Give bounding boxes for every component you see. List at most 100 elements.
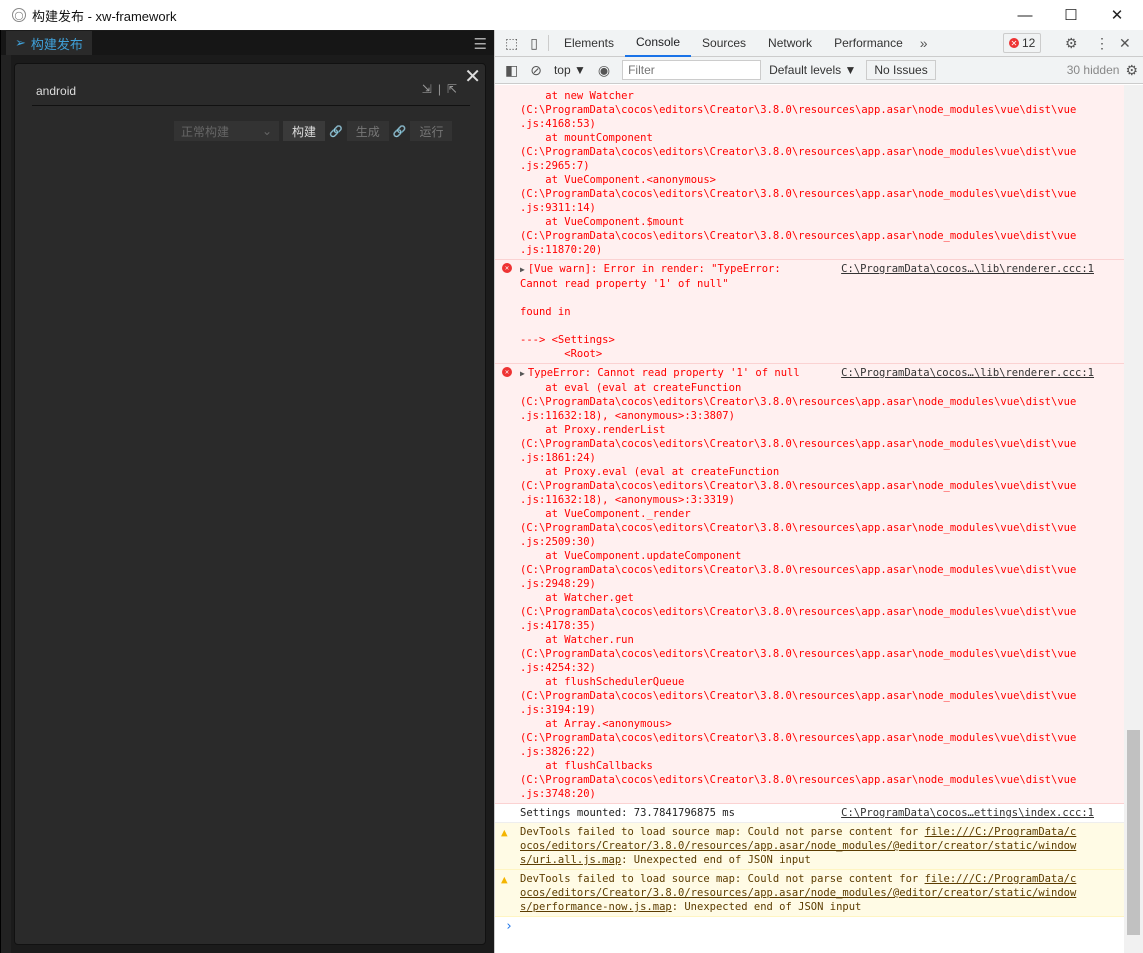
frame-function: flushSchedulerQueue	[564, 676, 685, 688]
warning-icon: ▲	[501, 826, 508, 839]
error-message: [Vue warn]: Error in render: "TypeError:…	[520, 263, 781, 360]
frame-location: .js:3826:22)	[520, 746, 596, 758]
console-error[interactable]: ✕ C:\ProgramData\cocos…\lib\renderer.ccc…	[495, 364, 1124, 804]
export-icon[interactable]: ⇱	[447, 82, 457, 96]
warning-text: DevTools failed to load source map: Coul…	[520, 873, 925, 885]
frame-location: .js:4178:35)	[520, 620, 596, 632]
frame-location: .js:9311:14)	[520, 202, 596, 214]
frame-function: VueComponent.<anonymous>	[564, 174, 716, 186]
frame-path: (C:\ProgramData\cocos\editors\Creator\3.…	[520, 690, 1077, 702]
console-error[interactable]: ✕ C:\ProgramData\cocos…\lib\renderer.ccc…	[495, 260, 1124, 364]
link-icon: 🔗	[392, 125, 407, 138]
source-link[interactable]: C:\ProgramData\cocos…\lib\renderer.ccc:1	[841, 262, 1094, 276]
stack-frame: at Watcher.get (C:\ProgramData\cocos\edi…	[520, 592, 1077, 632]
warning-icon: ▲	[501, 873, 508, 886]
levels-select[interactable]: Default levels ▼	[769, 63, 856, 77]
source-link[interactable]: C:\ProgramData\cocos…ettings\index.ccc:1	[841, 806, 1094, 820]
frame-function: Proxy.eval (eval at createFunction	[564, 466, 780, 478]
panel-tab-bar: ➢ 构建发布 ☰	[1, 31, 495, 55]
warning-text: : Unexpected end of JSON input	[621, 854, 811, 866]
frame-path: (C:\ProgramData\cocos\editors\Creator\3.…	[520, 522, 1077, 534]
frame-function: VueComponent.$mount	[564, 216, 685, 228]
frame-location: .js:2965:7)	[520, 160, 590, 172]
console-log-entry: C:\ProgramData\cocos…ettings\index.ccc:1…	[495, 804, 1124, 823]
frame-location: .js:1861:24)	[520, 452, 596, 464]
frame-function: VueComponent._render	[564, 508, 691, 520]
device-toolbar-icon[interactable]: ▯	[524, 35, 544, 52]
stack-frame: at new Watcher (C:\ProgramData\cocos\edi…	[520, 90, 1077, 130]
divider	[547, 35, 549, 51]
build-mode-select[interactable]: 正常构建 ⌄	[174, 121, 279, 141]
frame-function: eval (eval at createFunction	[564, 382, 742, 394]
stack-frame: at flushSchedulerQueue (C:\ProgramData\c…	[520, 676, 1077, 716]
tab-console[interactable]: Console	[624, 30, 692, 57]
error-icon: ✕	[1009, 38, 1019, 48]
frame-path: (C:\ProgramData\cocos\editors\Creator\3.…	[520, 732, 1077, 744]
chevron-down-icon: ⌄	[261, 124, 272, 138]
stack-frame: at Proxy.renderList (C:\ProgramData\coco…	[520, 424, 1077, 464]
hidden-count: 30 hidden	[1066, 63, 1120, 77]
frame-location: .js:4254:32)	[520, 662, 596, 674]
frame-location: .js:2509:30)	[520, 536, 596, 548]
build-button[interactable]: 构建	[283, 121, 326, 141]
platform-title: android	[36, 84, 77, 98]
tab-performance[interactable]: Performance	[823, 30, 914, 57]
close-window-button[interactable]: ✕	[1094, 0, 1140, 30]
tab-network[interactable]: Network	[757, 30, 823, 57]
frame-path: (C:\ProgramData\cocos\editors\Creator\3.…	[520, 564, 1077, 576]
build-panel-window: ➢ 构建发布 ☰ ✕ android ⇲ | ⇱ 正常构建 ⌄ 构建 🔗 生成 🔗 …	[0, 30, 495, 953]
run-button[interactable]: 运行	[410, 121, 453, 141]
frame-function: Watcher.run	[564, 634, 634, 646]
inspect-element-icon[interactable]: ⬚	[499, 35, 524, 52]
stack-frame: at Array.<anonymous> (C:\ProgramData\coc…	[520, 718, 1077, 758]
error-icon: ✕	[502, 263, 512, 273]
import-icon[interactable]: ⇲	[422, 82, 432, 96]
error-count-badge[interactable]: ✕ 12	[1003, 33, 1042, 53]
stack-frame: at mountComponent (C:\ProgramData\cocos\…	[520, 132, 1077, 172]
error-message: TypeError: Cannot read property '1' of n…	[527, 367, 800, 379]
minimize-button[interactable]: —	[1002, 0, 1048, 30]
error-count: 12	[1022, 36, 1036, 50]
send-icon: ➢	[15, 35, 26, 50]
close-icon[interactable]: ✕	[464, 64, 481, 89]
scrollbar[interactable]	[1124, 85, 1143, 953]
console-warning: ▲ DevTools failed to load source map: Co…	[495, 870, 1124, 917]
tab-sources[interactable]: Sources	[691, 30, 757, 57]
close-devtools-icon[interactable]: ✕	[1113, 35, 1137, 52]
tab-build-publish[interactable]: ➢ 构建发布	[6, 31, 92, 55]
scrollbar-thumb[interactable]	[1127, 730, 1140, 935]
eye-icon[interactable]: ◉	[592, 62, 616, 79]
issues-button[interactable]: No Issues	[866, 60, 936, 80]
generate-button[interactable]: 生成	[346, 121, 389, 141]
frame-function: Proxy.renderList	[564, 424, 666, 436]
devtools: ⬚ ▯ Elements Console Sources Network Per…	[494, 30, 1143, 953]
tab-elements[interactable]: Elements	[553, 30, 625, 57]
maximize-button[interactable]: ☐	[1048, 0, 1094, 30]
gear-icon[interactable]: ⚙	[1059, 35, 1084, 52]
frame-function: Array.<anonymous>	[564, 718, 672, 730]
sidebar-toggle-icon[interactable]: ◧	[499, 62, 524, 79]
context-select[interactable]: top ▼	[548, 63, 592, 77]
console-toolbar: ◧ ⊘ top ▼ ◉ Default levels ▼ No Issues 3…	[495, 57, 1143, 84]
menu-icon[interactable]: ☰	[474, 35, 487, 53]
console-prompt[interactable]: ›	[495, 917, 1124, 937]
divider	[32, 105, 470, 106]
console-log: at new Watcher (C:\ProgramData\cocos\edi…	[495, 85, 1124, 953]
console-settings-icon[interactable]: ⚙	[1119, 62, 1143, 79]
frame-function: new Watcher	[564, 90, 634, 102]
source-link[interactable]: C:\ProgramData\cocos…\lib\renderer.ccc:1	[841, 366, 1094, 380]
console-warning: ▲ DevTools failed to load source map: Co…	[495, 823, 1124, 870]
more-tabs-icon[interactable]: »	[914, 35, 934, 51]
frame-location: .js:4168:53)	[520, 118, 596, 130]
frame-path: (C:\ProgramData\cocos\editors\Creator\3.…	[520, 648, 1077, 660]
expand-triangle-icon[interactable]: ▶	[520, 369, 525, 378]
separator: |	[437, 82, 441, 96]
frame-path: (C:\ProgramData\cocos\editors\Creator\3.…	[520, 606, 1077, 618]
console-error-stack: at new Watcher (C:\ProgramData\cocos\edi…	[495, 85, 1124, 260]
expand-triangle-icon[interactable]: ▶	[520, 265, 525, 274]
clear-console-icon[interactable]: ⊘	[524, 62, 548, 79]
filter-input[interactable]	[622, 60, 762, 80]
error-icon: ✕	[502, 367, 512, 377]
window-title: 构建发布 - xw-framework	[32, 8, 177, 24]
kebab-menu-icon[interactable]: ⋮	[1089, 35, 1115, 52]
